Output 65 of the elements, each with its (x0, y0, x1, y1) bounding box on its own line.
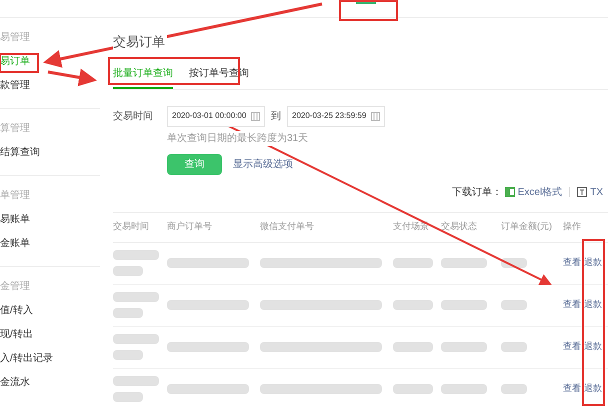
redacted-block (393, 300, 433, 310)
active-indicator (356, 2, 376, 4)
redacted-block (113, 376, 159, 386)
row-action-link[interactable]: 退款 (584, 382, 602, 396)
document-icon (577, 187, 588, 197)
redacted-block (113, 334, 159, 344)
row-action-link[interactable]: 查看 (563, 256, 581, 270)
column-header: 交易时间 (113, 220, 150, 234)
sidebar-group-header: 单管理 (0, 190, 31, 202)
row-action-link[interactable]: 查看 (563, 340, 581, 354)
highlight-frame (339, 0, 398, 21)
column-header: 订单金额(元) (501, 220, 553, 234)
redacted-block (113, 350, 143, 360)
row-action-link[interactable]: 退款 (584, 256, 602, 270)
date-field[interactable]: 2020-03-01 00:00:00 (167, 106, 265, 126)
download-format-link[interactable]: TX (590, 184, 603, 200)
row-action-link[interactable]: 查看 (563, 382, 581, 396)
page-title: 交易订单 (113, 32, 167, 52)
field-label: 交易时间 (113, 110, 154, 124)
redacted-block (393, 258, 433, 268)
sidebar-group-header: 易管理 (0, 32, 31, 44)
redacted-block (501, 342, 527, 352)
sidebar-item[interactable]: 易账单 (0, 214, 100, 226)
redacted-block (441, 300, 487, 310)
calendar-icon (251, 112, 260, 120)
spreadsheet-icon (504, 187, 515, 197)
range-separator: 到 (271, 110, 281, 124)
calendar-icon (371, 112, 380, 120)
row-action-link[interactable]: 查看 (563, 298, 581, 312)
redacted-block (501, 384, 527, 394)
redacted-block (393, 342, 433, 352)
sidebar-group-header: 金管理 (0, 281, 31, 293)
column-header: 微信支付单号 (260, 220, 315, 234)
sidebar-item[interactable]: 值/转入 (0, 305, 100, 317)
sidebar-item[interactable]: 易订单 (0, 56, 100, 68)
column-header: 交易状态 (441, 220, 478, 234)
hint-text: 单次查询日期的最长跨度为31天 (167, 130, 308, 146)
sidebar-item[interactable]: 现/转出 (0, 329, 100, 341)
redacted-block (441, 258, 487, 268)
redacted-block (393, 384, 433, 394)
row-action-link[interactable]: 退款 (584, 298, 602, 312)
column-header: 操作 (563, 220, 582, 234)
sidebar-item[interactable]: 金账单 (0, 238, 100, 250)
advanced-options-link[interactable]: 显示高级选项 (233, 156, 293, 172)
tab[interactable]: 批量订单查询 (113, 66, 173, 88)
redacted-block (441, 384, 487, 394)
sidebar-item[interactable]: 款管理 (0, 80, 100, 92)
row-action-link[interactable]: 退款 (584, 340, 602, 354)
redacted-block (113, 392, 143, 402)
redacted-block (113, 250, 159, 260)
sidebar-group-header: 算管理 (0, 123, 31, 135)
redacted-block (113, 308, 143, 318)
tab[interactable]: 按订单号查询 (189, 66, 249, 88)
sidebar-item[interactable]: 入/转出记录 (0, 353, 100, 365)
sidebar-item[interactable]: 金流水 (0, 377, 100, 389)
column-header: 商户订单号 (167, 220, 213, 234)
download-format-link[interactable]: Excel格式 (518, 184, 562, 200)
sidebar-item[interactable]: 结算查询 (0, 147, 100, 159)
highlight-frame (0, 53, 39, 73)
redacted-block (113, 292, 159, 302)
redacted-block (501, 300, 527, 310)
date-field[interactable]: 2020-03-25 23:59:59 (287, 106, 385, 126)
download-label: 下载订单： (452, 186, 502, 200)
redacted-block (113, 266, 143, 276)
redacted-block (441, 342, 487, 352)
